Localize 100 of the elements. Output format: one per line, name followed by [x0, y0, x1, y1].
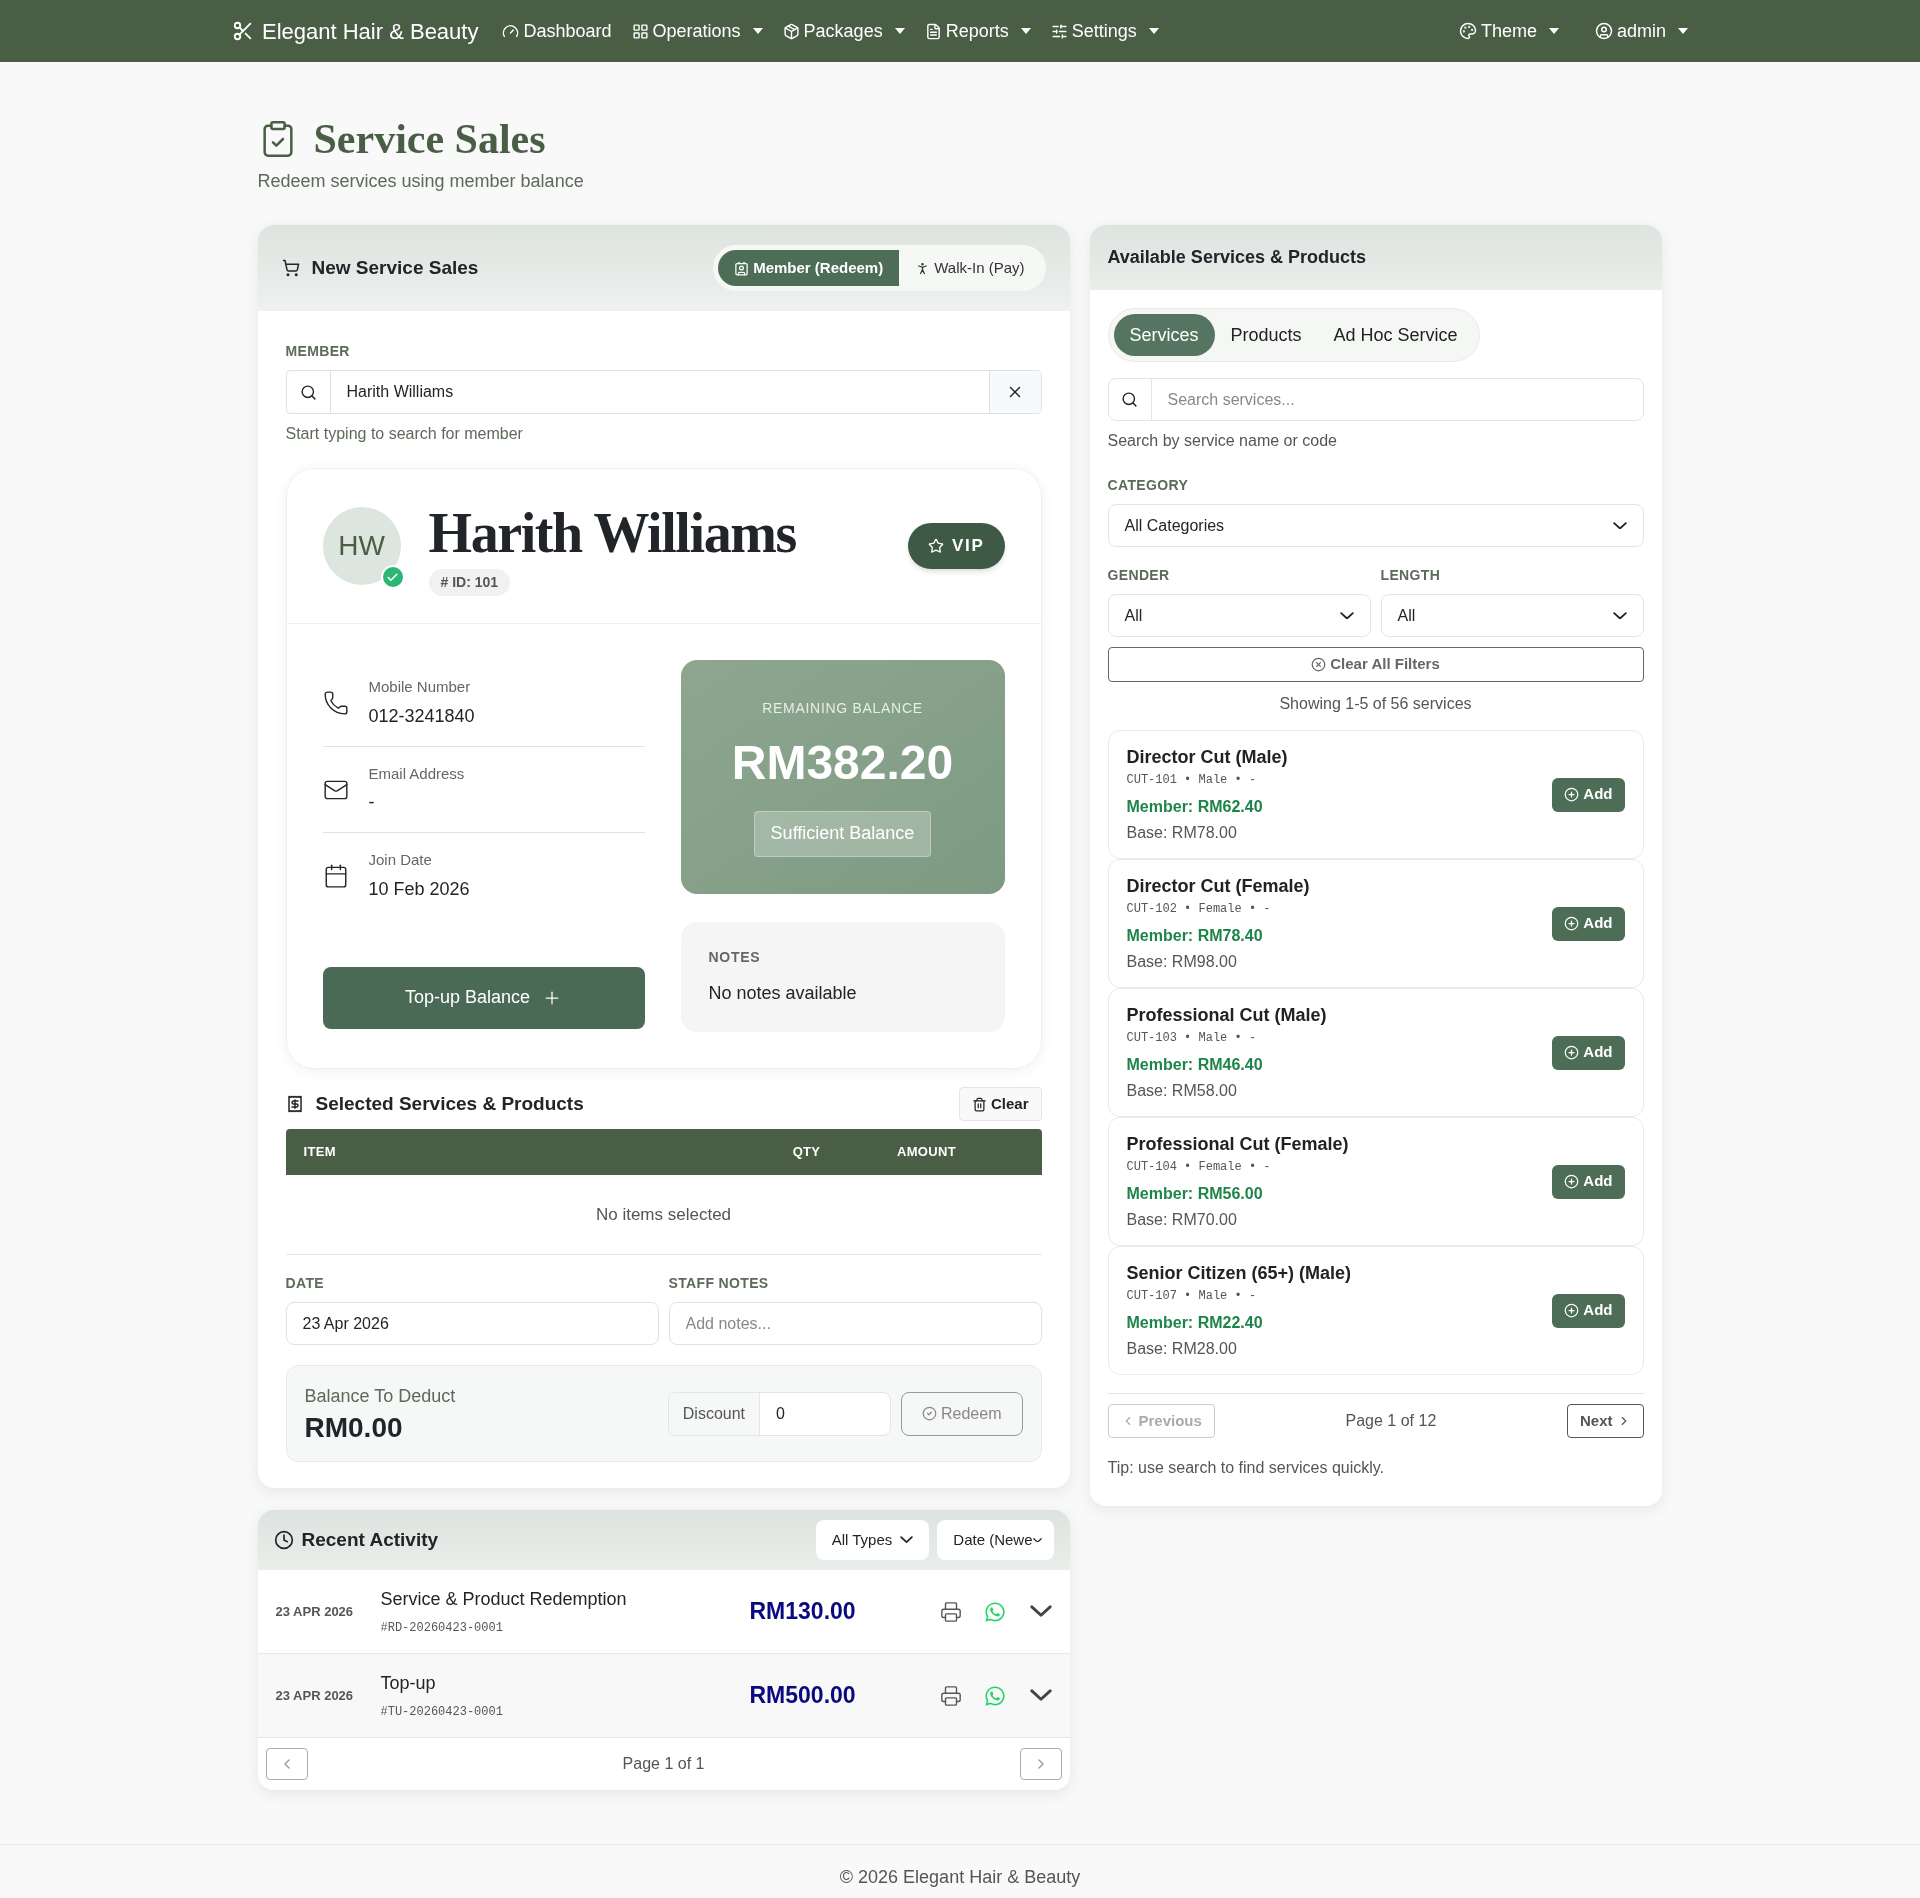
- notes-field[interactable]: Add notes...: [668, 1302, 1042, 1345]
- add-button[interactable]: Add: [1552, 1293, 1625, 1328]
- service-meta: CUT-103 • Male • -: [1126, 1030, 1258, 1047]
- empty-message: No items selected: [285, 1175, 1042, 1255]
- chevron-down-icon: [900, 1536, 914, 1544]
- column-header: AMOUNT: [896, 1143, 957, 1162]
- receipt-icon: [285, 1095, 304, 1113]
- topup-button[interactable]: Top-up Balance: [322, 966, 645, 1029]
- next-page-button[interactable]: [1019, 1748, 1062, 1780]
- add-button[interactable]: Add: [1552, 906, 1625, 941]
- service-name: Senior Citizen (65+) (Male): [1126, 1262, 1353, 1285]
- cart-icon: [281, 259, 300, 277]
- help-text: Search by service name or code: [1107, 431, 1338, 451]
- nav-link[interactable]: Operations: [631, 17, 763, 45]
- type-filter-dropdown[interactable]: All Types: [815, 1520, 930, 1560]
- caret-icon: [1148, 28, 1159, 34]
- field-label: MEMBER: [285, 342, 351, 361]
- date-field[interactable]: 23 Apr 2026: [285, 1302, 659, 1345]
- x-circle-icon: [1311, 657, 1327, 672]
- discount-field[interactable]: Discount 0: [667, 1391, 891, 1436]
- grid-icon: [631, 22, 649, 40]
- nav-link[interactable]: Settings: [1050, 17, 1159, 45]
- clear-filters-button[interactable]: Clear All Filters: [1107, 647, 1644, 682]
- tab[interactable]: Services: [1113, 314, 1215, 356]
- detail-label: Join Date: [368, 850, 433, 870]
- chevron-down-icon: [1032, 1537, 1042, 1543]
- activity-ref: #RD-20260423-0001: [380, 1620, 504, 1637]
- nav-link[interactable]: Packages: [782, 17, 905, 45]
- plus-circle-icon: [1564, 1303, 1580, 1318]
- deduct-label: Balance To Deduct: [304, 1384, 456, 1408]
- plus-circle-icon: [1564, 787, 1580, 802]
- activity-date: 23 APR 2026: [275, 1686, 355, 1705]
- clear-button[interactable]: Clear: [958, 1087, 1042, 1121]
- brand-link[interactable]: Elegant Hair & Beauty: [232, 14, 479, 48]
- base-price: Base: RM98.00: [1126, 952, 1238, 972]
- nav-link[interactable]: Theme: [1458, 17, 1559, 45]
- results-count: Showing 1-5 of 56 services: [1278, 694, 1473, 714]
- detail-label: Mobile Number: [368, 677, 472, 697]
- notes-text: No notes available: [708, 982, 858, 1005]
- check-icon: [386, 570, 399, 584]
- box-icon: [782, 22, 800, 40]
- search-icon: [299, 383, 317, 401]
- tab[interactable]: Ad Hoc Service: [1317, 314, 1474, 356]
- clear-button[interactable]: [988, 371, 1041, 413]
- category-select[interactable]: All Categories: [1107, 504, 1644, 547]
- chevron-down-icon: [1612, 611, 1627, 620]
- chevron-down-icon: [1612, 521, 1627, 530]
- base-price: Base: RM78.00: [1126, 823, 1238, 843]
- whatsapp-icon[interactable]: [983, 1600, 1006, 1623]
- detail-value: 012-3241840: [368, 704, 475, 728]
- mode-tab[interactable]: Member (Redeem): [718, 250, 900, 286]
- service-meta: CUT-107 • Male • -: [1126, 1288, 1258, 1305]
- member-price: Member: RM56.00: [1126, 1184, 1264, 1204]
- chevron-down-icon: [1029, 1605, 1052, 1618]
- base-price: Base: RM70.00: [1126, 1210, 1238, 1230]
- field-value: Harith Williams: [345, 382, 455, 402]
- activity-title: Top-up: [380, 1672, 437, 1695]
- whatsapp-icon[interactable]: [983, 1684, 1006, 1707]
- length-select[interactable]: All: [1380, 594, 1644, 637]
- balance-status-badge: Sufficient Balance: [753, 810, 932, 857]
- next-button[interactable]: Next: [1567, 1404, 1644, 1438]
- caret-icon: [894, 28, 905, 34]
- page-indicator: Page 1 of 1: [621, 1754, 706, 1774]
- base-price: Base: RM58.00: [1126, 1081, 1238, 1101]
- add-button[interactable]: Add: [1552, 777, 1625, 812]
- field-label: STAFF NOTES: [668, 1274, 770, 1293]
- add-button[interactable]: Add: [1552, 1164, 1625, 1199]
- previous-page-button[interactable]: [265, 1748, 308, 1780]
- printer-icon[interactable]: [939, 1600, 962, 1623]
- caret-icon: [1020, 28, 1031, 34]
- plus-circle-icon: [1564, 916, 1580, 931]
- avatar: HW: [322, 507, 401, 585]
- printer-icon[interactable]: [939, 1684, 962, 1707]
- chevron-down-icon: [1339, 611, 1354, 620]
- add-button[interactable]: Add: [1552, 1035, 1625, 1070]
- detail-label: Email Address: [368, 763, 465, 784]
- gender-select[interactable]: All: [1107, 594, 1371, 637]
- check-circle-icon: [922, 1406, 937, 1421]
- clock-icon: [273, 1530, 294, 1550]
- mode-tab[interactable]: Walk-In (Pay): [899, 250, 1041, 286]
- nav-link[interactable]: Reports: [924, 17, 1031, 45]
- service-name: Professional Cut (Female): [1126, 1133, 1350, 1156]
- footer-text: © 2026 Elegant Hair & Beauty: [839, 1866, 1081, 1889]
- tab[interactable]: Products: [1214, 314, 1318, 356]
- member-name: Harith Williams: [428, 504, 796, 561]
- phone-icon: [322, 690, 349, 716]
- member-price: Member: RM78.40: [1126, 926, 1264, 946]
- column-header: ITEM: [302, 1143, 337, 1162]
- field-label: GENDER: [1107, 566, 1171, 585]
- field-prefix: Discount: [668, 1392, 760, 1435]
- caret-icon: [1548, 28, 1559, 34]
- nav-link[interactable]: admin: [1594, 17, 1688, 45]
- detail-value: -: [368, 791, 376, 814]
- sort-dropdown[interactable]: Date (Newe: [937, 1520, 1054, 1560]
- trash-icon: [971, 1096, 987, 1112]
- nav-link[interactable]: Dashboard: [502, 17, 612, 45]
- member-search-field[interactable]: Harith Williams: [285, 370, 1042, 414]
- palette-icon: [1458, 22, 1477, 40]
- field-label: CATEGORY: [1107, 476, 1190, 495]
- field-value: 0: [775, 1403, 786, 1424]
